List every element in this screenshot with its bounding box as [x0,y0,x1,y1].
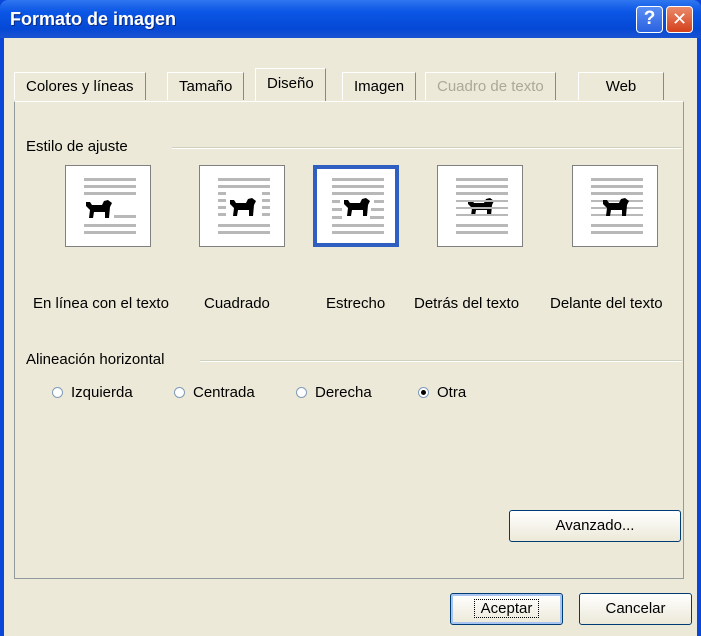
square-wrap-icon [218,178,270,234]
tab-diseno[interactable]: Diseño [255,68,326,101]
in-front-of-text-button[interactable] [572,165,658,247]
dialog-body: Colores y líneas Tamaño Diseño Imagen Cu… [4,38,697,636]
tab-web[interactable]: Web [578,72,664,100]
radio-circle[interactable] [174,387,185,398]
radio-label-centrada: Centrada [193,384,255,401]
tight-wrap-icon [332,178,384,234]
inline-wrap-icon [84,178,136,234]
ok-button-label: Aceptar [473,599,540,618]
radio-centrada[interactable]: Centrada [174,384,255,401]
square-wrap-label: Cuadrado [204,295,270,312]
radio-otra[interactable]: Otra [418,384,466,401]
radio-izquierda[interactable]: Izquierda [52,384,133,401]
close-button[interactable]: ✕ [666,6,693,33]
dialog-title: Formato de imagen [10,9,177,29]
dialog-window: Formato de imagen ? ✕ Colores y líneas T… [0,0,701,636]
wrap-style-divider [172,147,682,149]
cancel-button[interactable]: Cancelar [579,593,692,625]
radio-label-otra: Otra [437,384,467,401]
help-button[interactable]: ? [636,6,663,33]
behind-text-label: Detrás del texto [414,295,520,312]
ok-button[interactable]: Aceptar [450,593,563,625]
behind-text-button[interactable] [437,165,523,247]
advanced-button[interactable]: Avanzado... [509,510,681,542]
tight-wrap-button[interactable] [313,165,399,247]
tight-wrap-label: Estrecho [326,295,386,312]
behind-text-icon [456,178,508,234]
radio-label-derecha: Derecha [315,384,372,401]
radio-circle[interactable] [296,387,307,398]
in-front-of-text-icon [591,178,643,234]
tab-colores-y-lineas[interactable]: Colores y líneas [14,72,146,100]
inline-wrap-button[interactable] [65,165,151,247]
horizontal-alignment-divider [200,360,682,362]
tab-cuadro-de-texto: Cuadro de texto [425,72,556,100]
radio-circle-checked[interactable] [418,387,429,398]
inline-wrap-label: En línea con el texto [33,295,169,312]
square-wrap-button[interactable] [199,165,285,247]
horizontal-alignment-group-label: Alineación horizontal [26,351,171,368]
tab-imagen[interactable]: Imagen [342,72,417,100]
in-front-of-text-label: Delante del texto [550,295,663,312]
radio-circle[interactable] [52,387,63,398]
wrap-style-group-label: Estilo de ajuste [26,138,134,155]
title-bar[interactable]: Formato de imagen ? ✕ [0,0,701,38]
tab-tamano[interactable]: Tamaño [167,72,245,100]
tab-strip: Colores y líneas Tamaño Diseño Imagen Cu… [4,38,697,102]
radio-label-izquierda: Izquierda [71,384,133,401]
radio-derecha[interactable]: Derecha [296,384,372,401]
